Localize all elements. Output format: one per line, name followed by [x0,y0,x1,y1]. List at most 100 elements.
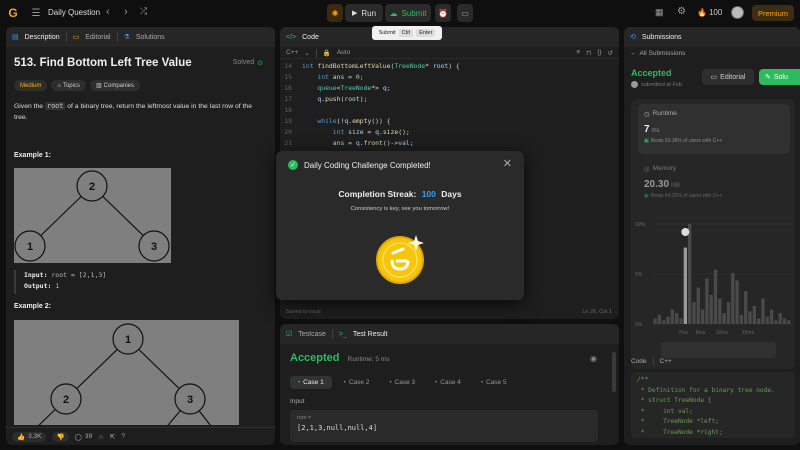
histogram-bar[interactable] [653,318,657,324]
histogram-bar[interactable] [709,294,713,324]
settings-icon[interactable]: ⚙ [677,6,686,17]
submitted-code-line: * struct TreeNode { [637,397,712,404]
star-icon[interactable]: ☆ [98,433,104,441]
histogram-bar[interactable] [735,280,739,324]
histogram-bar[interactable] [700,309,705,324]
next-icon[interactable]: › [124,6,128,18]
app-title[interactable]: Daily Question [48,8,100,17]
solution-button[interactable]: ✎ Solu [759,69,800,85]
code-tab[interactable]: Code [302,34,319,41]
code-line[interactable]: 21 ans = q.front()->val; [280,138,619,149]
streak-counter[interactable]: 🔥 100 [697,8,722,17]
topics-tag[interactable]: ⌂ Topics [51,80,86,91]
companies-tag[interactable]: ▥ Companies [89,80,141,91]
bookmark-icon[interactable]: ⊓ [586,49,591,57]
all-submissions-link[interactable]: ← All Submissions [630,47,685,59]
reset-icon[interactable]: ↺ [608,49,613,57]
histogram-bar[interactable] [688,224,692,324]
language-select[interactable]: C++ [286,49,298,56]
like-button[interactable]: 👍 3.3K [12,431,47,442]
share-icon[interactable]: ⇱ [110,433,115,441]
code-line[interactable]: 15 int ans = 0; [280,72,619,83]
editorial-button[interactable]: ▭ Editorial [702,69,754,85]
alarm-button[interactable]: ⏰ [435,4,451,22]
runtime-box[interactable]: ◷ Runtime 7 ms ▣ Beats 59.38% of users with… [638,104,790,154]
histogram-bar[interactable] [752,305,756,324]
cursor-position: Ln 26, Col 1 [582,309,612,315]
braces-icon[interactable]: {} [597,49,601,56]
histogram-bar[interactable] [696,287,700,324]
scrollbar[interactable] [612,352,616,392]
line-number: 14 [284,62,292,70]
layout-icon[interactable]: ▦ [655,7,664,18]
desc-pre: Given the [14,103,45,110]
histogram-bar[interactable] [657,314,662,324]
case-tab[interactable]: • Case 2 [336,376,378,389]
code-token: val [398,139,410,147]
problem-list-icon[interactable]: ☰ [30,6,42,20]
runtime-distribution-chart[interactable]: 10% 5% 0% 7ms 6ms 10ms 15ms [631,214,795,364]
histogram-bar[interactable] [692,302,696,324]
submit-button[interactable]: ☁ Submit [385,4,431,22]
histogram-bar[interactable] [722,313,726,324]
case-tab[interactable]: • Case 1 [290,376,332,389]
histogram-bar[interactable] [774,320,778,324]
histogram-bar[interactable] [769,309,774,324]
tab-test-result[interactable]: Test Result [353,331,388,338]
case-tab[interactable]: • Case 3 [381,376,423,389]
case-tab[interactable]: • Case 4 [427,376,469,389]
histogram-bar[interactable] [757,318,761,324]
histogram-bar[interactable] [726,302,731,324]
shuffle-icon[interactable]: ⤮ [140,6,147,17]
close-icon[interactable]: ✕ [503,157,512,170]
premium-button[interactable]: Premium [752,5,794,21]
tab-description[interactable]: Description [25,34,60,41]
code-line[interactable]: 14 int findBottomLeftValue(TreeNode* root… [280,61,619,72]
histogram-bar[interactable] [683,247,687,324]
histogram-bar[interactable] [675,313,679,324]
histogram-bar[interactable] [705,278,709,324]
note-button[interactable]: ▭ [457,4,473,22]
chevron-down-icon[interactable]: ⌄ [304,49,309,57]
histogram-bar[interactable] [744,291,748,324]
menu-icon[interactable]: ≡ [576,49,580,56]
code-text: int ans = 0; [302,72,363,83]
histogram-bar[interactable] [787,320,791,324]
code-line[interactable]: 18 [280,105,619,116]
prev-icon[interactable]: ‹ [106,6,110,18]
difficulty-tag[interactable]: Medium [14,80,48,91]
histogram-bar[interactable] [731,273,735,324]
case-tab[interactable]: • Case 5 [473,376,515,389]
tab-editorial[interactable]: Editorial [85,34,110,41]
submissions-tab[interactable]: Submissions [642,34,682,41]
dislike-button[interactable]: 👎 [52,431,69,442]
histogram-bar[interactable] [761,298,765,324]
tab-solutions[interactable]: Solutions [136,34,165,41]
histogram-bar[interactable] [662,320,666,324]
code-token: size [348,128,364,136]
histogram-bar[interactable] [718,298,722,324]
auto-label[interactable]: Auto [337,49,350,56]
histogram-bar[interactable] [748,311,752,324]
histogram-bar[interactable] [666,316,670,324]
histogram-bar[interactable] [679,318,683,324]
code-line[interactable]: 20 int size = q.size(); [280,127,619,138]
histogram-bar[interactable] [765,316,769,324]
histogram-bar[interactable] [670,309,675,324]
logo-icon[interactable]: G [6,6,20,20]
histogram-bar[interactable] [713,269,718,324]
memory-box[interactable]: ◎ Memory 20.30 MB ▣ Beats 64.02% of users w… [638,159,790,209]
eye-icon[interactable]: ◉ [590,354,597,363]
help-icon[interactable]: ? [121,433,125,440]
avatar[interactable] [731,6,744,19]
run-button[interactable]: ▶ Run [345,4,383,22]
histogram-bar[interactable] [782,318,787,324]
code-line[interactable]: 16 queue<TreeNode*> q; [280,83,619,94]
debug-button[interactable]: ✱ [327,4,343,22]
tab-testcase[interactable]: Testcase [298,331,326,338]
histogram-bar[interactable] [739,314,744,324]
histogram-bar[interactable] [778,313,782,324]
code-line[interactable]: 17 q.push(root); [280,94,619,105]
comments-button[interactable]: ◯ 39 [75,433,93,441]
code-line[interactable]: 19 while(!q.empty()) { [280,116,619,127]
